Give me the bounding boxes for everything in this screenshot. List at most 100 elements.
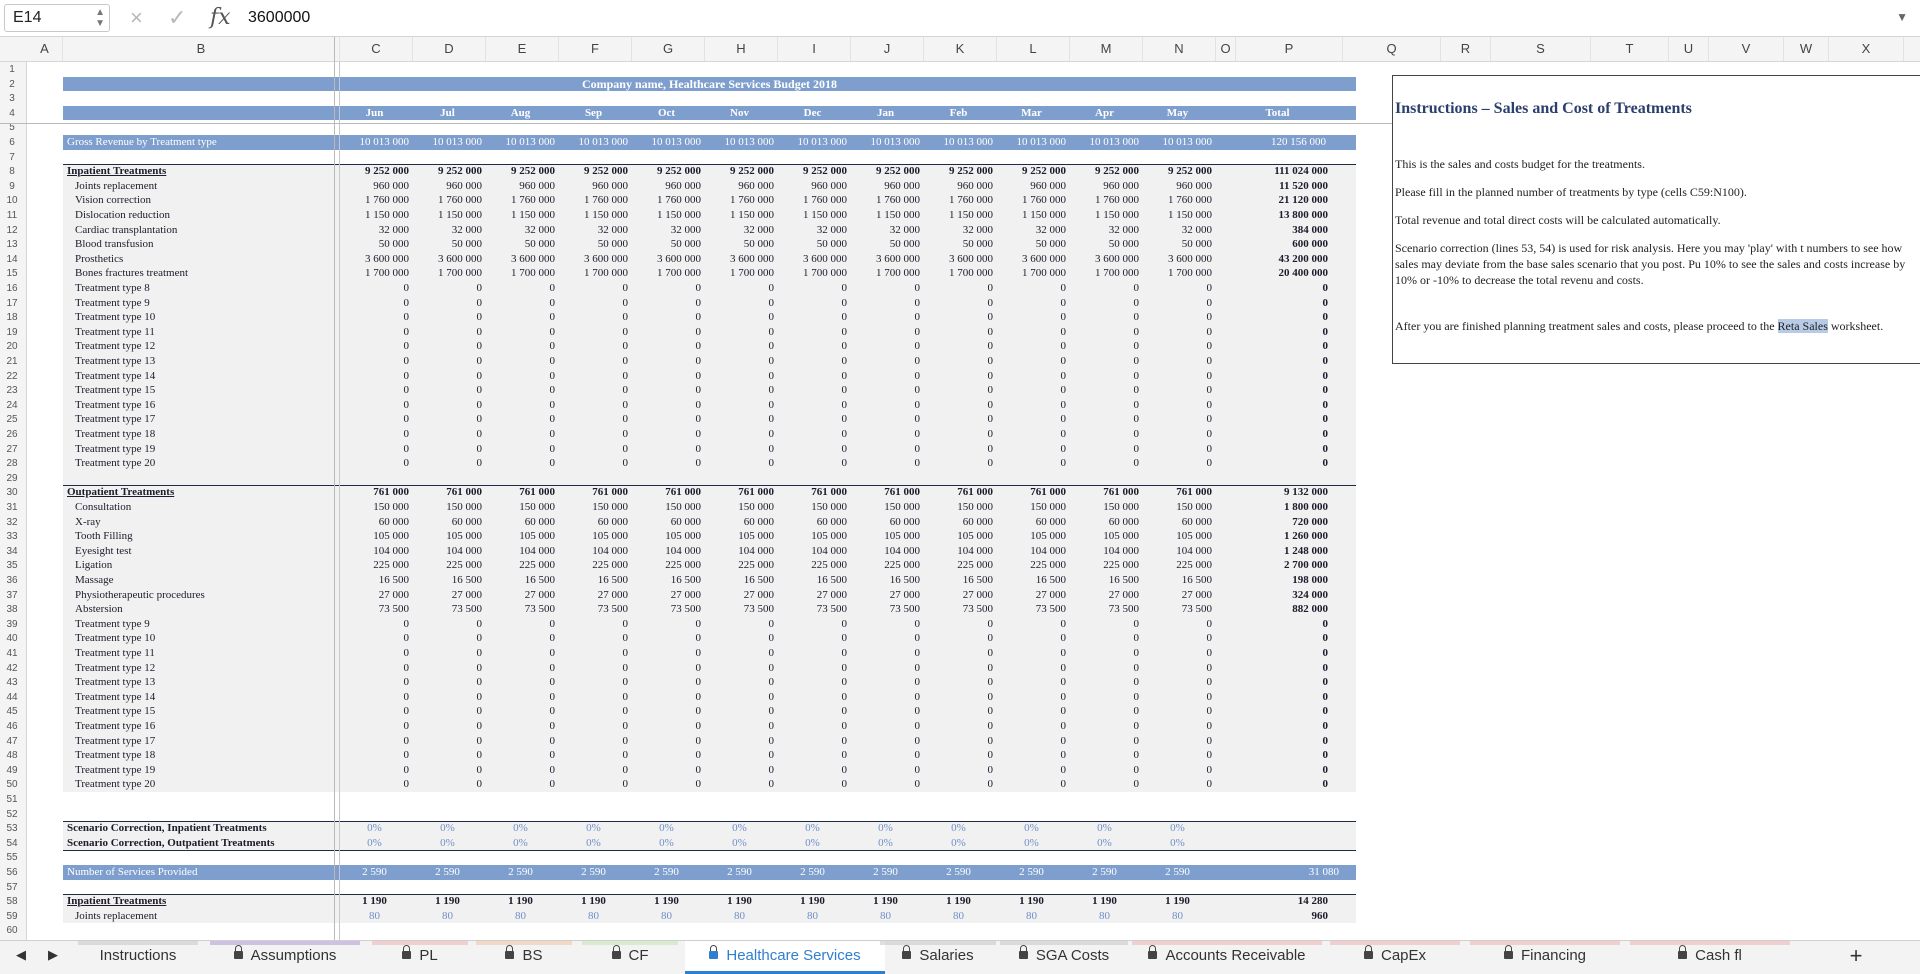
outpatient-item-value[interactable]: 0 [997, 748, 1067, 763]
outpatient-item-value[interactable]: 104 000 [851, 544, 920, 559]
outpatient-item-value[interactable]: 0 [340, 661, 410, 676]
inpatient-item-value[interactable]: 1 760 000 [1143, 193, 1212, 208]
inpatient-item-value[interactable]: 0 [486, 310, 556, 325]
inpatient-item-value[interactable]: 1 700 000 [632, 266, 701, 281]
inpatient-header-value[interactable]: 9 252 000 [559, 164, 628, 179]
column-header-v[interactable]: V [1709, 37, 1784, 61]
outpatient-item-value[interactable]: 0 [997, 646, 1067, 661]
inpatient-item-total[interactable]: 13 800 000 [1236, 208, 1329, 223]
row-header[interactable]: 28 [0, 457, 24, 471]
inpatient-item-total[interactable]: 0 [1236, 310, 1329, 325]
outpatient-item-value[interactable]: 0 [486, 631, 556, 646]
inpatient-item-value[interactable]: 0 [851, 325, 921, 340]
inpatient-item-value[interactable]: 0 [632, 281, 702, 296]
outpatient-item-value[interactable]: 0 [486, 646, 556, 661]
outpatient-item-value[interactable]: 225 000 [486, 558, 555, 573]
outpatient-item-value[interactable]: 60 000 [486, 515, 555, 530]
inpatient-item-label[interactable]: Treatment type 19 [75, 442, 155, 457]
inpatient-item-value[interactable]: 0 [705, 369, 775, 384]
outpatient-item-value[interactable]: 105 000 [413, 529, 482, 544]
outpatient-item-value[interactable]: 0 [851, 704, 921, 719]
services-value[interactable]: 2 590 [559, 865, 628, 880]
outpatient-item-value[interactable]: 0 [778, 617, 848, 632]
inpatient-item-value[interactable]: 960 000 [413, 179, 482, 194]
column-header-q[interactable]: Q [1343, 37, 1441, 61]
inpatient-item-value[interactable]: 0 [559, 398, 629, 413]
row-header[interactable]: 49 [0, 764, 24, 778]
inpatient-item-value[interactable]: 0 [851, 383, 921, 398]
month-header[interactable]: Apr [1070, 106, 1139, 121]
outpatient-item-total[interactable]: 1 248 000 [1236, 544, 1328, 559]
row-header[interactable]: 38 [0, 603, 24, 617]
outpatient-item-value[interactable]: 0 [778, 719, 848, 734]
outpatient-header-value[interactable]: 761 000 [851, 485, 920, 500]
inpatient-item-label[interactable]: Bones fractures treatment [75, 266, 188, 281]
inpatient-item-value[interactable]: 0 [1070, 442, 1140, 457]
inpatient-item-value[interactable]: 0 [778, 442, 848, 457]
outpatient-item-value[interactable]: 105 000 [924, 529, 993, 544]
outpatient-item-value[interactable]: 150 000 [413, 500, 482, 515]
inpatient-item-value[interactable]: 0 [486, 339, 556, 354]
inpatient-item-total[interactable]: 384 000 [1236, 223, 1328, 238]
inpatient-item-total[interactable]: 0 [1236, 281, 1329, 296]
outpatient-item-value[interactable]: 16 500 [559, 573, 628, 588]
joints-count-label[interactable]: Joints replacement [75, 909, 157, 924]
inpatient-header-value[interactable]: 9 252 000 [413, 164, 482, 179]
outpatient-item-value[interactable]: 0 [632, 690, 702, 705]
outpatient-item-value[interactable]: 225 000 [924, 558, 993, 573]
outpatient-item-value[interactable]: 60 000 [1070, 515, 1139, 530]
inpatient-item-value[interactable]: 3 600 000 [1143, 252, 1212, 267]
sheet-tab[interactable]: CF [582, 941, 678, 971]
outpatient-item-value[interactable]: 73 500 [413, 602, 482, 617]
scenario-input[interactable]: 0% [1143, 821, 1212, 836]
column-header-b[interactable]: B [63, 37, 340, 61]
inpatient-count-value[interactable]: 1 190 [924, 894, 993, 909]
inpatient-header-value[interactable]: 9 252 000 [997, 164, 1066, 179]
row-header[interactable]: 24 [0, 399, 24, 413]
inpatient-item-value[interactable]: 32 000 [413, 223, 482, 238]
scenario-input[interactable]: 0% [1143, 836, 1212, 851]
inpatient-item-value[interactable]: 3 600 000 [778, 252, 847, 267]
inpatient-count-value[interactable]: 1 190 [632, 894, 701, 909]
outpatient-item-value[interactable]: 225 000 [1070, 558, 1139, 573]
outpatient-item-value[interactable]: 0 [997, 763, 1067, 778]
outpatient-item-value[interactable]: 0 [705, 675, 775, 690]
inpatient-item-value[interactable]: 0 [924, 354, 994, 369]
row-header[interactable]: 12 [0, 224, 24, 238]
function-icon[interactable]: fx [210, 4, 231, 32]
outpatient-item-value[interactable]: 0 [340, 675, 410, 690]
inpatient-item-value[interactable]: 0 [1143, 339, 1213, 354]
outpatient-item-total[interactable]: 0 [1236, 748, 1329, 763]
outpatient-item-value[interactable]: 73 500 [924, 602, 993, 617]
row-header[interactable]: 36 [0, 574, 24, 588]
outpatient-item-value[interactable]: 225 000 [632, 558, 701, 573]
outpatient-item-value[interactable]: 104 000 [632, 544, 701, 559]
inpatient-item-label[interactable]: Treatment type 14 [75, 369, 155, 384]
scenario-input[interactable]: 0% [924, 821, 993, 836]
scenario-input[interactable]: 0% [1070, 821, 1139, 836]
column-header-c[interactable]: C [340, 37, 413, 61]
row-header[interactable]: 26 [0, 428, 24, 442]
inpatient-item-value[interactable]: 0 [413, 427, 483, 442]
inpatient-count-value[interactable]: 1 190 [1143, 894, 1212, 909]
inpatient-item-value[interactable]: 0 [632, 310, 702, 325]
joints-count-input[interactable]: 80 [413, 909, 482, 924]
month-header[interactable]: Nov [705, 106, 774, 121]
services-total[interactable]: 31 080 [1236, 865, 1339, 880]
inpatient-item-total[interactable]: 0 [1236, 383, 1329, 398]
outpatient-item-value[interactable]: 0 [413, 748, 483, 763]
row-header[interactable]: 59 [0, 910, 24, 924]
row-header[interactable]: 20 [0, 340, 24, 354]
outpatient-item-value[interactable]: 60 000 [413, 515, 482, 530]
joints-count-input[interactable]: 80 [340, 909, 409, 924]
sheet-tab[interactable]: PL [372, 941, 468, 971]
confirm-icon[interactable]: ✓ [168, 4, 186, 32]
outpatient-item-value[interactable]: 0 [413, 617, 483, 632]
inpatient-header-value[interactable]: 9 252 000 [778, 164, 847, 179]
inpatient-item-value[interactable]: 0 [632, 325, 702, 340]
inpatient-item-value[interactable]: 960 000 [340, 179, 409, 194]
inpatient-item-value[interactable]: 0 [1143, 456, 1213, 471]
outpatient-item-value[interactable]: 0 [632, 661, 702, 676]
inpatient-item-total[interactable]: 0 [1236, 398, 1329, 413]
outpatient-item-value[interactable]: 0 [1143, 748, 1213, 763]
